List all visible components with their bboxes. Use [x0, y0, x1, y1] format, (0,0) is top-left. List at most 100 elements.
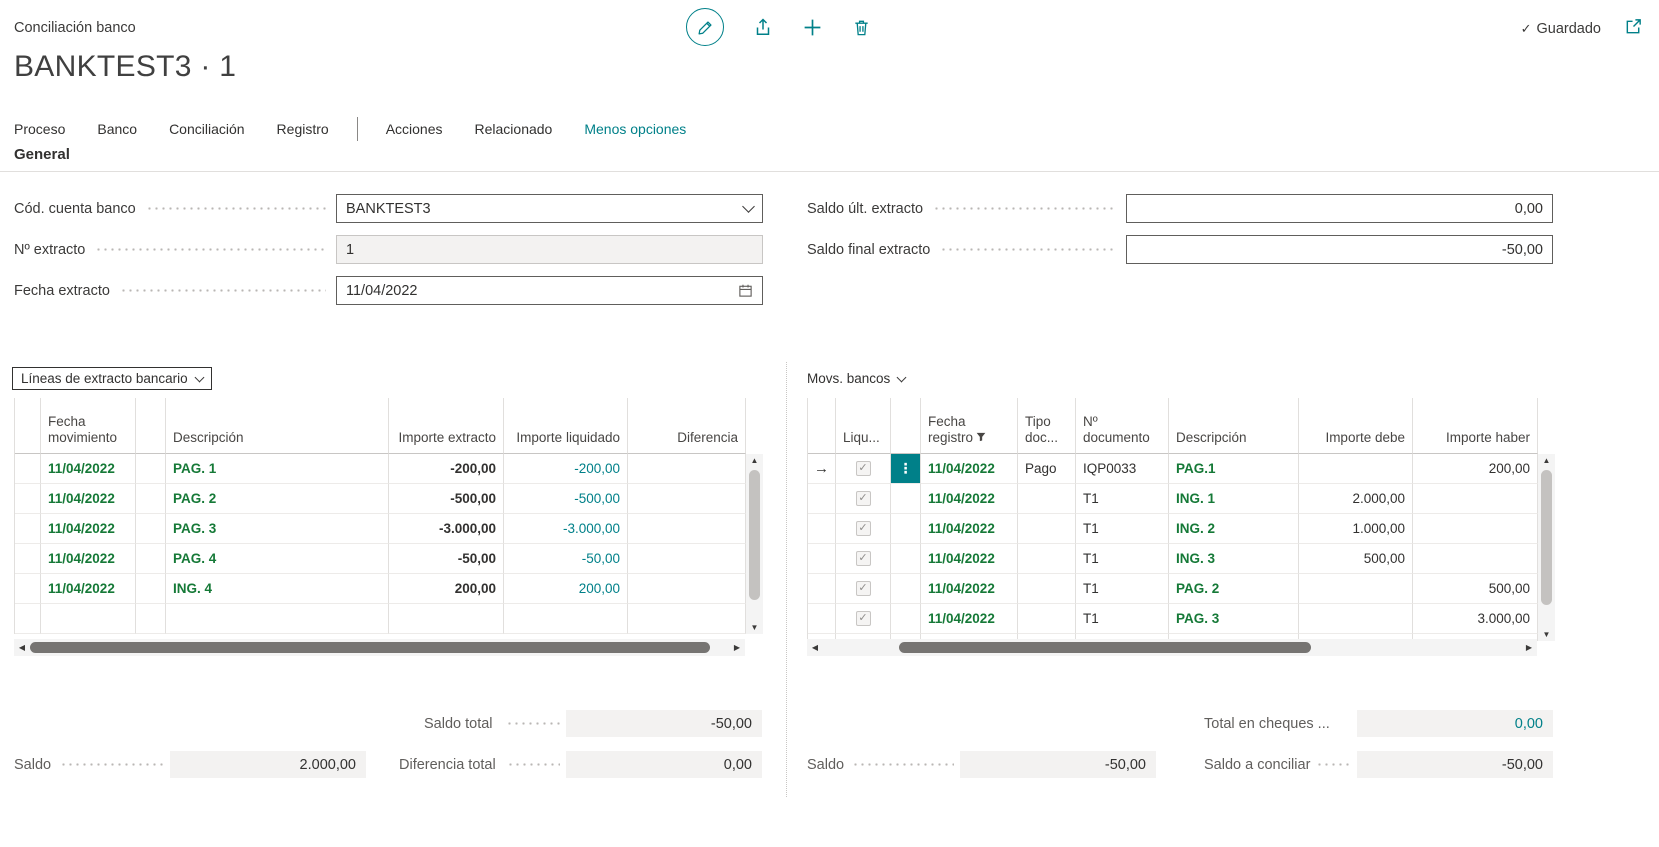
menu-acciones[interactable]: Acciones [370, 121, 459, 137]
cell-importe-liquidado[interactable]: 200,00 [504, 574, 628, 604]
section-general-title[interactable]: General [14, 146, 70, 163]
col-importe-debe[interactable]: Importe debe [1299, 398, 1413, 454]
col-no-documento[interactable]: Nº documento [1076, 398, 1169, 454]
cell-fecha[interactable]: 11/04/2022 [41, 484, 136, 514]
col-descripcion[interactable]: Descripción [1169, 398, 1299, 454]
col-tipo-doc[interactable]: Tipo doc... [1018, 398, 1076, 454]
scroll-down-icon[interactable]: ▼ [746, 623, 763, 632]
cell-fecha-registro[interactable]: 11/04/2022 [921, 604, 1018, 634]
cell-no-documento[interactable]: T1 [1076, 484, 1169, 514]
cell-no-documento[interactable]: T1 [1076, 514, 1169, 544]
col-diferencia[interactable]: Diferencia [628, 398, 746, 454]
col-descripcion[interactable]: Descripción [166, 398, 389, 454]
menu-registro[interactable]: Registro [261, 121, 345, 137]
cell-importe-haber[interactable] [1413, 484, 1538, 514]
cell-empty[interactable] [166, 604, 389, 634]
cell-descripcion[interactable]: PAG. 4 [166, 544, 389, 574]
col-liquidado[interactable]: Liqu... [836, 398, 891, 454]
cell-importe-liquidado[interactable]: -50,00 [504, 544, 628, 574]
cell-empty[interactable] [628, 604, 746, 634]
balance-last-field[interactable]: 0,00 [1126, 194, 1553, 223]
statement-lines-hscrollbar[interactable]: ◀ ▶ [14, 639, 745, 656]
scroll-up-icon[interactable]: ▲ [1538, 456, 1555, 465]
cell-fecha-registro[interactable]: 11/04/2022 [921, 514, 1018, 544]
cell-importe-debe[interactable]: 1.000,00 [1299, 514, 1413, 544]
bank-ledger-vscrollbar[interactable]: ▲ ▼ [1538, 454, 1555, 641]
cell-diferencia[interactable] [628, 544, 746, 574]
cell-fecha-registro[interactable]: 11/04/2022 [921, 574, 1018, 604]
cell-diferencia[interactable] [628, 484, 746, 514]
cell-importe-debe[interactable] [1299, 574, 1413, 604]
cell-importe-liquidado[interactable]: -3.000,00 [504, 514, 628, 544]
menu-relacionado[interactable]: Relacionado [459, 121, 569, 137]
delete-icon[interactable] [852, 18, 871, 37]
calendar-icon[interactable] [738, 283, 753, 298]
cell-importe-debe[interactable]: 2.000,00 [1299, 484, 1413, 514]
cell-no-documento[interactable]: IQP0033 [1076, 454, 1169, 484]
cell-tipo-doc[interactable] [1018, 484, 1076, 514]
menu-banco[interactable]: Banco [81, 121, 153, 137]
cell-importe-liquidado[interactable]: -200,00 [504, 454, 628, 484]
scrollbar-thumb[interactable] [749, 470, 760, 600]
liquidado-checkbox[interactable] [855, 491, 871, 506]
liquidado-checkbox[interactable] [855, 521, 871, 536]
cell-importe-debe[interactable] [1299, 604, 1413, 634]
bank-ledger-hscrollbar[interactable]: ◀ ▶ [807, 639, 1537, 656]
statement-lines-vscrollbar[interactable]: ▲ ▼ [746, 454, 763, 634]
cell-descripcion[interactable]: PAG. 3 [166, 514, 389, 544]
add-icon[interactable] [802, 17, 823, 38]
cell-empty[interactable] [389, 604, 504, 634]
col-importe-haber[interactable]: Importe haber [1413, 398, 1538, 454]
cell-importe-haber[interactable]: 200,00 [1413, 454, 1538, 484]
cell-fecha[interactable]: 11/04/2022 [41, 544, 136, 574]
cell-no-documento[interactable]: T1 [1076, 544, 1169, 574]
cell-tipo-doc[interactable]: Pago [1018, 454, 1076, 484]
row-options-icon[interactable]: ⋮ [891, 454, 921, 484]
menu-menos-opciones[interactable]: Menos opciones [568, 121, 702, 137]
cell-importe-haber[interactable]: 3.000,00 [1413, 604, 1538, 634]
cell-descripcion[interactable]: ING. 3 [1169, 544, 1299, 574]
scrollbar-thumb[interactable] [30, 642, 710, 653]
col-importe-liquidado[interactable]: Importe liquidado [504, 398, 628, 454]
cell-descripcion[interactable]: ING. 2 [1169, 514, 1299, 544]
cell-importe-haber[interactable] [1413, 544, 1538, 574]
scrollbar-thumb[interactable] [899, 642, 1311, 653]
liquidado-checkbox[interactable] [855, 611, 871, 626]
scroll-left-icon[interactable]: ◀ [807, 639, 823, 656]
total-cheques-value[interactable]: 0,00 [1357, 710, 1553, 737]
cell-no-documento[interactable]: T1 [1076, 574, 1169, 604]
cell-fecha[interactable]: 11/04/2022 [41, 514, 136, 544]
scroll-up-icon[interactable]: ▲ [746, 456, 763, 465]
cell-fecha-registro[interactable]: 11/04/2022 [921, 454, 1018, 484]
statement-lines-caption[interactable]: Líneas de extracto bancario [12, 367, 212, 390]
scroll-right-icon[interactable]: ▶ [1521, 639, 1537, 656]
bank-account-combobox[interactable]: BANKTEST3 [336, 194, 763, 223]
col-importe-extracto[interactable]: Importe extracto [389, 398, 504, 454]
cell-importe-haber[interactable]: 500,00 [1413, 574, 1538, 604]
cell-importe-haber[interactable] [1413, 514, 1538, 544]
cell-empty[interactable] [41, 604, 136, 634]
cell-tipo-doc[interactable] [1018, 514, 1076, 544]
menu-proceso[interactable]: Proceso [14, 121, 81, 137]
breadcrumb[interactable]: Conciliación banco [14, 20, 136, 36]
cell-descripcion[interactable]: PAG. 2 [1169, 574, 1299, 604]
cell-fecha-registro[interactable]: 11/04/2022 [921, 484, 1018, 514]
cell-importe-extracto[interactable]: 200,00 [389, 574, 504, 604]
cell-importe-extracto[interactable]: -50,00 [389, 544, 504, 574]
open-window-icon[interactable] [1624, 17, 1643, 39]
menu-conciliacion[interactable]: Conciliación [153, 121, 260, 137]
cell-fecha-registro[interactable]: 11/04/2022 [921, 544, 1018, 574]
scroll-left-icon[interactable]: ◀ [14, 639, 30, 656]
liquidado-checkbox[interactable] [855, 461, 871, 476]
cell-tipo-doc[interactable] [1018, 544, 1076, 574]
cell-descripcion[interactable]: PAG. 3 [1169, 604, 1299, 634]
liquidado-checkbox[interactable] [855, 551, 871, 566]
scroll-right-icon[interactable]: ▶ [729, 639, 745, 656]
cell-diferencia[interactable] [628, 454, 746, 484]
cell-tipo-doc[interactable] [1018, 574, 1076, 604]
scroll-down-icon[interactable]: ▼ [1538, 630, 1555, 639]
cell-descripcion[interactable]: PAG. 1 [166, 454, 389, 484]
cell-empty[interactable] [504, 604, 628, 634]
liquidado-checkbox[interactable] [855, 581, 871, 596]
ending-balance-field[interactable]: -50,00 [1126, 235, 1553, 264]
